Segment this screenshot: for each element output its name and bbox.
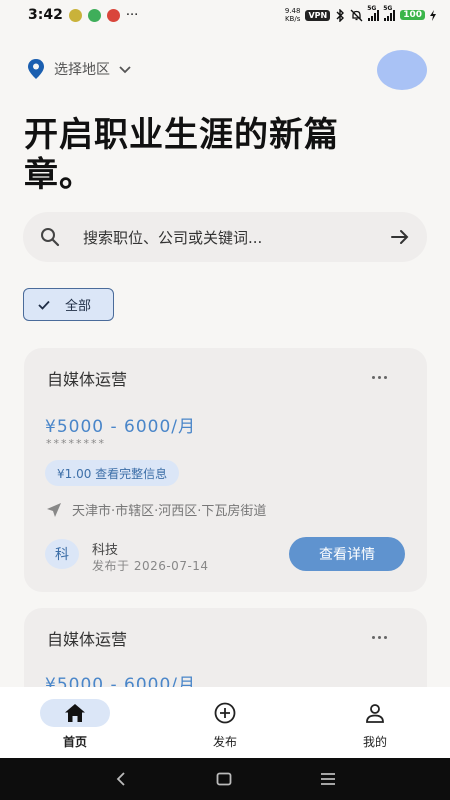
system-nav-bar	[0, 758, 450, 800]
nav-home[interactable]: 首页	[25, 699, 125, 750]
filter-chip-all[interactable]: 全部	[23, 288, 114, 321]
net-speed-unit: KB/s	[284, 15, 301, 23]
home-icon	[65, 704, 85, 722]
page-title: 开启职业生涯的新篇章。	[24, 115, 339, 195]
more-options-icon[interactable]	[372, 376, 387, 379]
publish-date: 发布于 2026-07-14	[92, 559, 209, 573]
masked-info: ********	[46, 437, 106, 450]
navigation-arrow-icon	[47, 502, 61, 517]
mute-bell-icon	[350, 9, 363, 21]
vpn-badge: VPN	[305, 9, 331, 21]
more-notifications-icon: ···	[125, 7, 139, 23]
location-selector[interactable]: 选择地区	[26, 58, 132, 80]
back-icon[interactable]	[114, 771, 128, 787]
location-pin-icon	[28, 59, 44, 79]
job-address: 天津市·市辖区·河西区·下瓦房街道	[46, 500, 266, 519]
menu-icon[interactable]	[320, 772, 336, 786]
status-bar: 3:42 ··· 9.48 KB/s VPN 5G 5G 100	[0, 0, 450, 30]
company-avatar: 科	[45, 539, 79, 569]
arrow-right-icon[interactable]	[389, 226, 411, 248]
app-notification-icon	[106, 8, 120, 22]
unlock-info-button[interactable]: ¥1.00 查看完整信息	[45, 460, 180, 486]
search-icon	[41, 228, 60, 247]
nav-mine-icon-wrap	[340, 699, 410, 727]
chevron-down-icon	[119, 66, 131, 74]
app-notification-icon	[87, 8, 101, 22]
charging-icon	[430, 9, 436, 21]
more-options-icon[interactable]	[372, 636, 387, 639]
address-text: 天津市·市辖区·河西区·下瓦房街道	[72, 504, 267, 519]
search-bar[interactable]: 搜索职位、公司或关键词...	[23, 212, 427, 262]
signal-icon: 5G	[383, 5, 396, 21]
nav-publish-icon-wrap	[190, 699, 260, 727]
company-name: 科技	[92, 543, 119, 558]
user-avatar[interactable]	[377, 50, 427, 90]
person-icon	[366, 704, 384, 723]
view-details-button[interactable]: 查看详情	[289, 537, 405, 571]
nav-home-icon-wrap	[40, 699, 110, 727]
battery-badge: 100	[400, 10, 425, 20]
location-label: 选择地区	[54, 62, 110, 78]
signal-label: 5G	[367, 4, 377, 12]
nav-publish[interactable]: 发布	[175, 699, 275, 750]
nav-home-label: 首页	[62, 735, 87, 749]
job-title: 自媒体运营	[47, 630, 128, 649]
check-icon	[38, 300, 50, 310]
nav-mine-label: 我的	[362, 735, 387, 749]
status-time: 3:42	[28, 7, 63, 23]
bluetooth-icon	[336, 8, 345, 22]
net-speed-value: 9.48	[284, 7, 301, 15]
home-square-icon[interactable]	[216, 772, 232, 786]
status-left: 3:42 ···	[28, 7, 138, 23]
nav-mine[interactable]: 我的	[325, 699, 425, 750]
signal-icon: 5G	[367, 5, 380, 21]
search-input[interactable]: 搜索职位、公司或关键词...	[83, 227, 389, 248]
signal-label: 5G	[383, 4, 393, 12]
job-salary: ¥5000 - 6000/月	[45, 417, 197, 437]
job-title: 自媒体运营	[47, 370, 128, 389]
job-card[interactable]: 自媒体运营 ¥5000 - 6000/月 ******** ¥1.00 查看完整…	[24, 348, 427, 592]
app-notification-icon	[68, 8, 82, 22]
bottom-nav: 首页 发布 我的	[0, 687, 450, 758]
add-circle-icon	[214, 702, 236, 724]
nav-publish-label: 发布	[212, 735, 237, 749]
status-right: 9.48 KB/s VPN 5G 5G 100	[285, 5, 436, 23]
net-speed: 9.48 KB/s	[285, 7, 301, 23]
chip-label: 全部	[65, 299, 92, 314]
